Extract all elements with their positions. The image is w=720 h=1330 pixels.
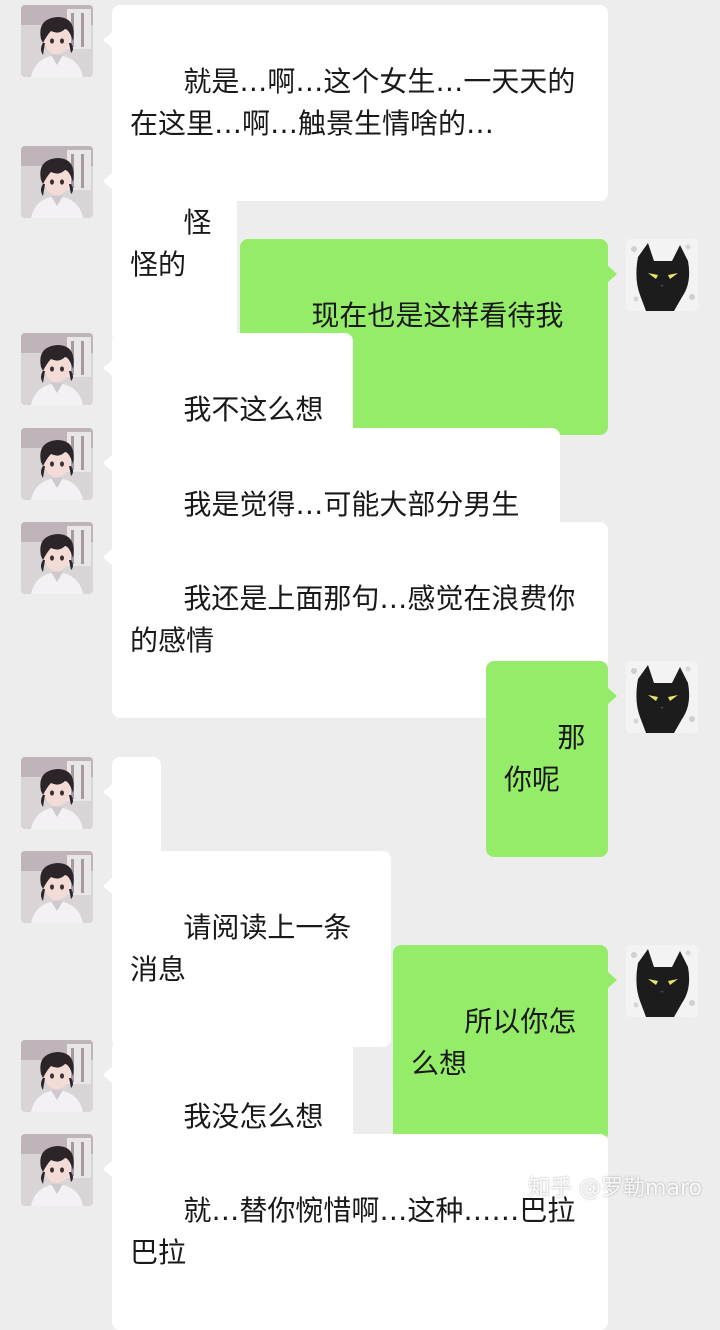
contact-avatar[interactable] (21, 1040, 93, 1112)
contact-avatar[interactable] (21, 146, 93, 218)
contact-avatar[interactable] (21, 5, 93, 77)
message-text: 就…替你惋惜啊…这种……巴拉巴拉 (130, 1194, 576, 1269)
anime-boy-avatar-icon (21, 333, 93, 405)
contact-avatar[interactable] (21, 757, 93, 829)
self-avatar[interactable] (626, 661, 698, 733)
anime-boy-avatar-icon (21, 146, 93, 218)
incoming-message-bubble[interactable]: 请阅读上一条消息 (103, 851, 391, 1047)
message-text: 怪怪的 (130, 206, 212, 281)
anime-boy-avatar-icon (21, 851, 93, 923)
anime-boy-avatar-icon (21, 5, 93, 77)
black-cat-avatar-icon (626, 239, 698, 311)
message-text: 那你呢 (504, 721, 586, 796)
anime-boy-avatar-icon (21, 522, 93, 594)
outgoing-message-bubble[interactable]: 所以你怎么想 (393, 945, 617, 1141)
incoming-message-bubble[interactable]: 怪怪的 (103, 146, 237, 342)
message-text: 所以你怎么想 (411, 1005, 577, 1080)
contact-avatar[interactable] (21, 333, 93, 405)
black-cat-avatar-icon (626, 945, 698, 1017)
self-avatar[interactable] (626, 945, 698, 1017)
message-text: 我还是上面那句…感觉在浪费你的感情 (130, 582, 576, 657)
incoming-message-bubble[interactable]: 就…替你惋惜啊…这种……巴拉巴拉 (103, 1134, 608, 1330)
anime-boy-avatar-icon (21, 1040, 93, 1112)
contact-avatar[interactable] (21, 851, 93, 923)
anime-boy-avatar-icon (21, 1134, 93, 1206)
black-cat-avatar-icon (626, 661, 698, 733)
contact-avatar[interactable] (21, 428, 93, 500)
zhihu-watermark: 知乎 @罗勒maro (528, 1176, 702, 1201)
contact-avatar[interactable] (21, 1134, 93, 1206)
anime-boy-avatar-icon (21, 757, 93, 829)
outgoing-message-bubble[interactable]: 那你呢 (486, 661, 617, 857)
contact-avatar[interactable] (21, 522, 93, 594)
anime-boy-avatar-icon (21, 428, 93, 500)
message-text: 就是…啊…这个女生…一天天的在这里…啊…触景生情啥的… (130, 65, 576, 140)
message-text: 请阅读上一条消息 (130, 911, 352, 986)
self-avatar[interactable] (626, 239, 698, 311)
